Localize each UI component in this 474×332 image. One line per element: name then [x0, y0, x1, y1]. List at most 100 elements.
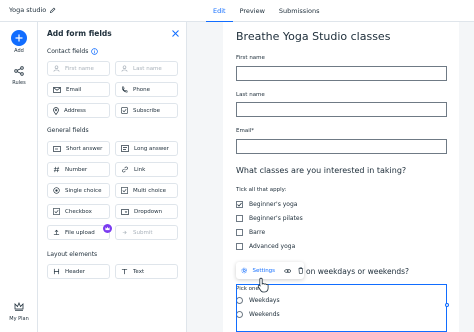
checkbox[interactable] [236, 243, 243, 250]
eye-icon[interactable] [284, 268, 292, 274]
field-single-choice[interactable]: Single choice [47, 183, 110, 198]
field-short-answer[interactable]: Short answer [47, 141, 110, 156]
field-dropdown[interactable]: Dropdown [115, 204, 178, 219]
crown-icon[interactable] [14, 302, 24, 311]
field-long-answer[interactable]: Long answer [115, 141, 178, 156]
field-number[interactable]: Number [47, 162, 110, 177]
field-address[interactable]: Address [47, 103, 110, 118]
checkbox[interactable] [236, 215, 243, 222]
field-checkbox[interactable]: Checkbox [47, 204, 110, 219]
check-icon [237, 202, 242, 207]
add-button[interactable] [11, 30, 27, 46]
field-label: File upload [65, 229, 95, 236]
long-answer-icon [121, 145, 129, 152]
site-name-label: Yoga studio [9, 6, 47, 14]
plus-icon [15, 34, 23, 42]
settings-button[interactable]: Settings [252, 268, 275, 274]
number-icon [53, 166, 60, 173]
general-fields-heading: General fields [47, 127, 89, 134]
checkbox[interactable] [236, 229, 243, 236]
class-option[interactable]: Barre [236, 229, 265, 236]
last-name-input[interactable] [236, 102, 447, 117]
tab-submissions[interactable]: Submissions [272, 0, 327, 22]
field-multi-choice[interactable]: Multi choice [115, 183, 178, 198]
first-name-label: First name [236, 55, 265, 61]
field-label: First name [65, 65, 94, 72]
field-label: Long answer [134, 145, 169, 152]
class-option[interactable]: Beginner's yoga [236, 201, 297, 208]
field-link[interactable]: Link [115, 162, 178, 177]
class-option-label: Advanced yoga [249, 243, 296, 250]
class-option-label: Beginner's yoga [249, 201, 298, 208]
my-plan-label: My Plan [9, 316, 29, 322]
field-label: Text [133, 268, 145, 275]
field-label: Address [64, 107, 86, 114]
multi-choice-icon [121, 187, 128, 194]
field-label: Subscribe [133, 107, 161, 114]
field-label: Last name [133, 65, 162, 72]
rules-label: Rules [12, 80, 26, 86]
field-file-upload[interactable]: File upload [47, 225, 110, 240]
contact-fields-heading: Contact fields [47, 48, 99, 55]
close-icon[interactable] [172, 30, 179, 37]
tab-preview[interactable]: Preview [233, 0, 272, 22]
person-icon [121, 65, 128, 72]
class-option[interactable]: Beginner's pilates [236, 215, 303, 222]
email-input[interactable] [236, 139, 447, 154]
field-label: Multi choice [133, 187, 167, 194]
days-question: on weekdays or weekends? [306, 267, 410, 276]
phone-icon [121, 86, 128, 93]
field-email[interactable]: Email [47, 82, 110, 97]
text-icon [121, 268, 128, 275]
subscribe-icon [121, 107, 128, 114]
info-icon[interactable] [91, 48, 99, 55]
class-option-label: Barre [249, 229, 266, 236]
field-label: Single choice [65, 187, 102, 194]
rules-icon[interactable] [14, 66, 24, 76]
tick-label: Tick all that apply: [236, 187, 287, 193]
left-rail: Add Rules My Plan [0, 22, 38, 332]
field-label: Header [65, 268, 86, 275]
field-label: Phone [133, 86, 151, 93]
panel-title: Add form fields [47, 29, 112, 38]
checkbox-icon [53, 208, 60, 215]
field-label: Dropdown [134, 208, 163, 215]
layout-elements-heading: Layout elements [47, 251, 98, 258]
add-fields-panel: Add form fields Contact fields First nam… [38, 22, 187, 332]
premium-badge [103, 224, 112, 233]
trash-icon[interactable] [298, 267, 304, 274]
single-choice-icon [53, 187, 60, 194]
gear-icon [241, 267, 247, 274]
field-first-name[interactable]: First name [47, 61, 110, 76]
add-label: Add [14, 48, 24, 54]
form-title[interactable]: Breathe Yoga Studio classes [236, 30, 390, 43]
site-name[interactable]: Yoga studio [9, 6, 56, 14]
checkbox[interactable] [236, 201, 243, 208]
pointer-hand-icon [257, 277, 269, 293]
classes-question: What classes are you interested in takin… [236, 166, 407, 175]
link-icon [122, 166, 128, 173]
submit-icon [122, 230, 127, 235]
field-label: Number [65, 166, 88, 173]
field-submit[interactable]: Submit [115, 225, 178, 240]
field-header[interactable]: Header [47, 264, 110, 279]
email-label: Email* [236, 128, 255, 134]
pencil-icon[interactable] [49, 7, 56, 14]
field-label: Submit [133, 229, 153, 236]
header-icon [53, 268, 60, 275]
field-phone[interactable]: Phone [115, 82, 178, 97]
field-subscribe[interactable]: Subscribe [115, 103, 178, 118]
last-name-label: Last name [236, 92, 265, 98]
short-answer-icon [53, 145, 61, 152]
file-upload-icon [53, 229, 60, 235]
dropdown-icon [121, 208, 129, 215]
class-option[interactable]: Advanced yoga [236, 243, 295, 250]
first-name-input[interactable] [236, 66, 447, 81]
field-last-name[interactable]: Last name [115, 61, 178, 76]
tab-edit[interactable]: Edit [206, 0, 233, 22]
contact-fields-label: Contact fields [47, 48, 89, 55]
field-label: Short answer [66, 145, 103, 152]
field-label: Email [66, 86, 82, 93]
field-text[interactable]: Text [115, 264, 178, 279]
resize-handle[interactable] [445, 303, 449, 307]
